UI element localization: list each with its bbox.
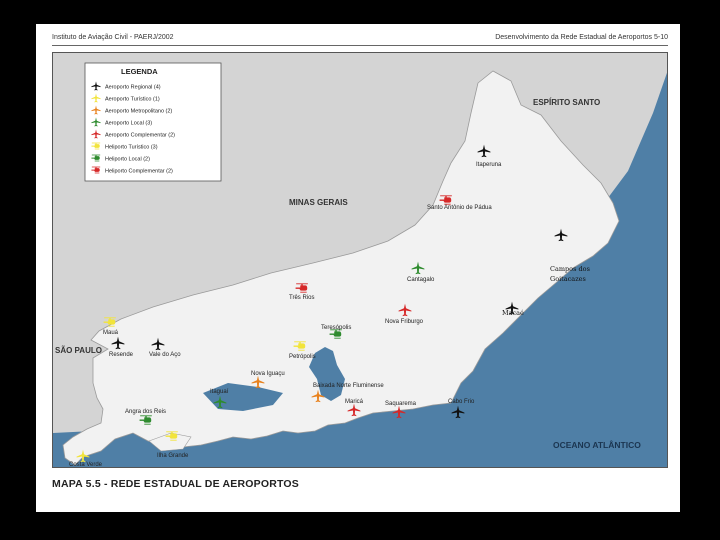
legend-item-label: Aeroporto Local (3) xyxy=(105,121,152,127)
legend-item-label: Heliporto Turístico (3) xyxy=(105,145,158,151)
svg-text:Nova Friburgo: Nova Friburgo xyxy=(385,319,424,325)
svg-text:Costa Verde: Costa Verde xyxy=(69,462,103,468)
header-rule xyxy=(52,45,668,46)
svg-text:Itaperuna: Itaperuna xyxy=(476,162,502,168)
svg-text:Maricá: Maricá xyxy=(345,399,364,405)
svg-text:Vale do Aço: Vale do Aço xyxy=(149,352,181,358)
legend-item-label: Aeroporto Turístico (1) xyxy=(105,97,160,103)
document-page: Instituto de Aviação Civil - PAERJ/2002 … xyxy=(36,24,680,512)
svg-text:Nova Iguaçu: Nova Iguaçu xyxy=(251,371,285,377)
legend-title: LEGENDA xyxy=(121,67,158,76)
svg-text:Goitacazes: Goitacazes xyxy=(550,275,586,283)
header-right-text: Desenvolvimento da Rede Estadual de Aero… xyxy=(495,34,668,41)
svg-text:Cantagalo: Cantagalo xyxy=(407,277,435,283)
label-oceano: OCEANO ATLÂNTICO xyxy=(553,439,641,450)
legend-item-label: Aeroporto Regional (4) xyxy=(105,85,161,91)
map: ESPÍRITO SANTO MINAS GERAIS SÃO PAULO OC… xyxy=(53,53,667,468)
svg-text:Ilha Grande: Ilha Grande xyxy=(157,453,189,459)
svg-text:Cabo Frio: Cabo Frio xyxy=(448,399,475,405)
svg-text:Mauá: Mauá xyxy=(103,330,119,336)
legend-item-label: Heliporto Local (2) xyxy=(105,157,150,163)
header-left-text: Instituto de Aviação Civil - PAERJ/2002 xyxy=(52,34,174,41)
svg-text:Baixada Norte Fluminense: Baixada Norte Fluminense xyxy=(313,383,384,389)
map-frame: ESPÍRITO SANTO MINAS GERAIS SÃO PAULO OC… xyxy=(52,52,668,468)
svg-text:Saquarema: Saquarema xyxy=(385,401,417,407)
label-minas-gerais: MINAS GERAIS xyxy=(289,198,348,207)
svg-text:Petrópolis: Petrópolis xyxy=(289,354,316,360)
label-espirito-santo: ESPÍRITO SANTO xyxy=(533,98,600,107)
map-caption: MAPA 5.5 - REDE ESTADUAL DE AEROPORTOS xyxy=(52,478,299,490)
svg-text:Três Rios: Três Rios xyxy=(289,295,314,301)
legend: LEGENDA Aeroporto Regional (4) Aeroporto … xyxy=(84,62,222,182)
svg-text:Campos dos: Campos dos xyxy=(550,265,590,273)
svg-text:Teresópolis: Teresópolis xyxy=(321,325,351,331)
legend-item-label: Aeroporto Metropolitano (2) xyxy=(105,109,172,115)
svg-text:Angra dos Reis: Angra dos Reis xyxy=(125,409,166,415)
label-sao-paulo: SÃO PAULO xyxy=(55,346,102,355)
legend-item-label: Aeroporto Complementar (2) xyxy=(105,133,175,139)
svg-text:Itaguaí: Itaguaí xyxy=(210,389,229,395)
svg-text:Santo Antônio de Pádua: Santo Antônio de Pádua xyxy=(427,205,492,211)
svg-text:Macaé: Macaé xyxy=(502,309,524,317)
svg-text:Resende: Resende xyxy=(109,352,134,358)
legend-item-label: Heliporto Complementar (2) xyxy=(105,169,173,175)
